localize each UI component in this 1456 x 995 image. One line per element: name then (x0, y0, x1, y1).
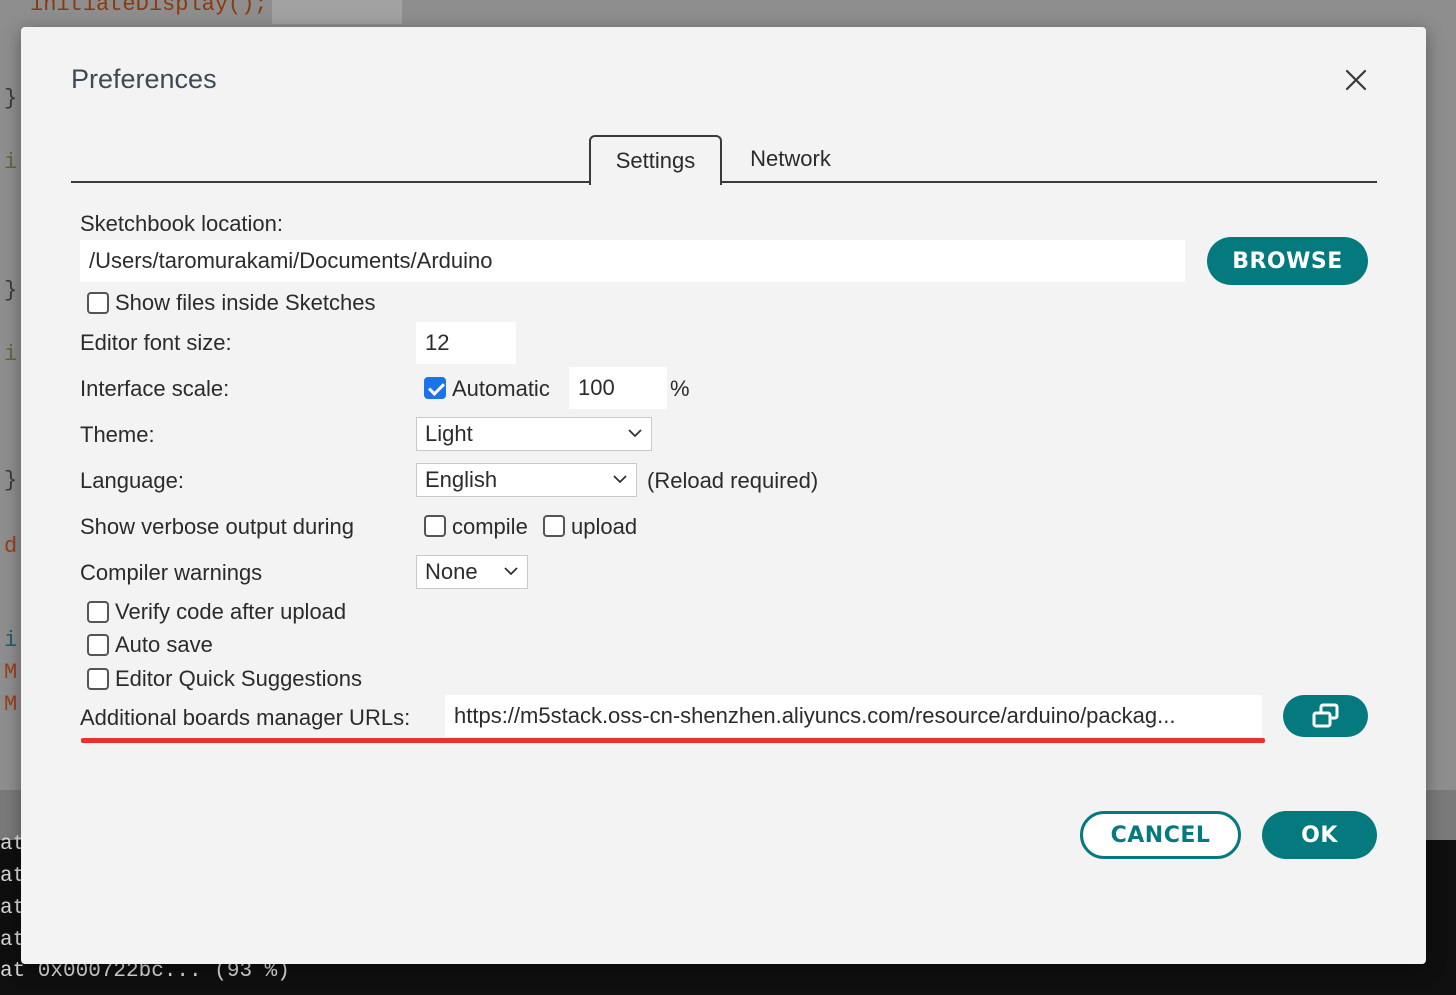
reload-note: (Reload required) (647, 468, 819, 493)
code-highlight (272, 0, 402, 24)
close-button[interactable] (1341, 65, 1371, 95)
sketchbook-label: Sketchbook location: (80, 211, 284, 236)
boards-urls-input[interactable]: https://m5stack.oss-cn-shenzhen.aliyuncs… (445, 695, 1262, 737)
gutter-char: } (4, 86, 18, 111)
verbose-label: Show verbose output during (80, 514, 354, 539)
font-size-label: Editor font size: (80, 330, 232, 355)
tabs-divider (71, 181, 1377, 183)
open-urls-editor-button[interactable] (1283, 695, 1368, 737)
quick-suggestions-label: Editor Quick Suggestions (115, 666, 363, 691)
theme-label: Theme: (80, 422, 155, 447)
verify-upload-checkbox[interactable] (87, 601, 109, 623)
quick-suggestions-checkbox[interactable] (87, 668, 109, 690)
gutter-char: i (4, 150, 18, 175)
upload-label: upload (571, 514, 638, 539)
compiler-warnings-select[interactable]: None (416, 555, 528, 589)
language-label: Language: (80, 468, 184, 493)
gutter-char: d (4, 534, 18, 559)
browse-button[interactable]: BROWSE (1207, 237, 1368, 285)
chevron-down-icon (628, 429, 642, 438)
language-select[interactable]: English (416, 463, 637, 497)
automatic-label: Automatic (452, 376, 550, 401)
chevron-down-icon (613, 475, 627, 484)
gutter-char: M (4, 660, 18, 685)
show-files-label: Show files inside Sketches (115, 290, 376, 315)
compile-label: compile (452, 514, 528, 539)
tab-settings[interactable]: Settings (589, 135, 722, 185)
ok-button[interactable]: OK (1262, 811, 1377, 859)
red-highlight-underline (81, 738, 1265, 743)
gutter-char: i (4, 342, 18, 367)
interface-scale-label: Interface scale: (80, 376, 230, 401)
compiler-warnings-label: Compiler warnings (80, 560, 263, 585)
font-size-input[interactable]: 12 (416, 322, 516, 364)
dialog-title: Preferences (71, 64, 217, 94)
gutter-char: } (4, 278, 18, 303)
language-select-value: English (425, 467, 498, 492)
theme-select-value: Light (425, 421, 473, 446)
percent-unit: % (670, 376, 690, 401)
chevron-down-icon (504, 567, 518, 576)
open-window-icon (1312, 703, 1338, 728)
gutter-char: M (4, 692, 18, 717)
boards-urls-label: Additional boards manager URLs: (80, 705, 411, 730)
cancel-button[interactable]: CANCEL (1080, 811, 1241, 859)
sketchbook-location-input[interactable]: /Users/taromurakami/Documents/Arduino (80, 240, 1185, 282)
auto-save-checkbox[interactable] (87, 634, 109, 656)
close-icon (1345, 69, 1367, 91)
code-line: initiateDisplay(); (30, 0, 268, 17)
theme-select[interactable]: Light (416, 417, 652, 451)
gutter-char: } (4, 468, 18, 493)
show-files-checkbox[interactable] (87, 292, 109, 314)
interface-scale-input[interactable]: 100 (569, 367, 667, 409)
automatic-scale-checkbox[interactable] (424, 377, 446, 399)
auto-save-label: Auto save (115, 632, 213, 657)
compiler-warnings-value: None (425, 559, 478, 584)
tab-network[interactable]: Network (733, 135, 848, 183)
gutter-char: i (4, 628, 18, 653)
verify-upload-label: Verify code after upload (115, 599, 347, 624)
preferences-dialog: Preferences Settings Network Sketchbook … (21, 27, 1426, 964)
verbose-compile-checkbox[interactable] (424, 515, 446, 537)
verbose-upload-checkbox[interactable] (543, 515, 565, 537)
